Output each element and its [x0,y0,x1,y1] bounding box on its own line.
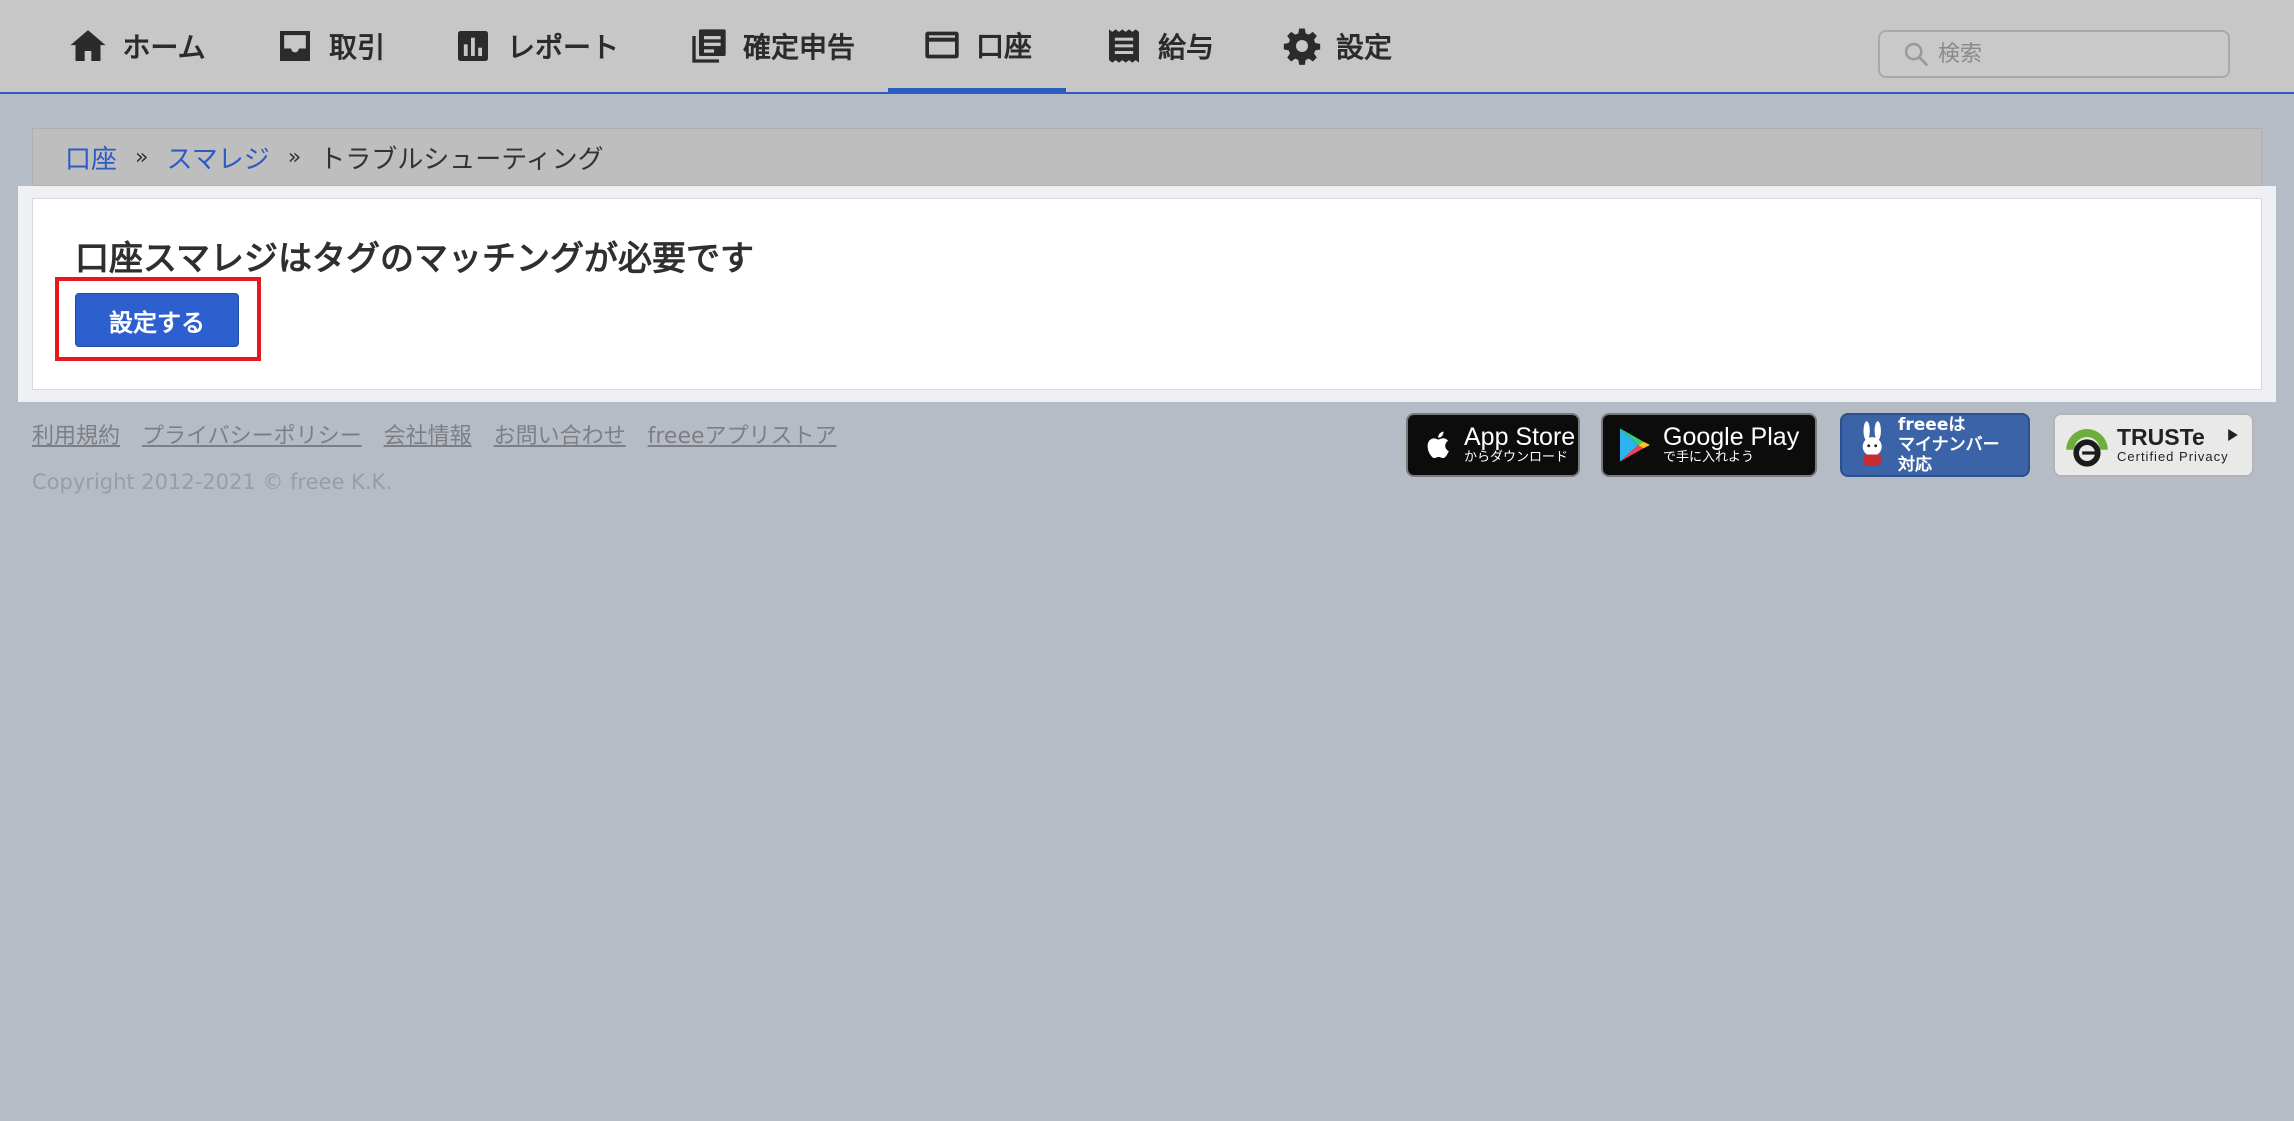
app-store-small-text: からダウンロード [1464,450,1569,465]
nav-item-label: 設定 [1335,31,1392,64]
truste-big-text: TRUSTe [2117,424,2205,450]
truste-small-text: Certified Privacy [2117,449,2229,464]
search-box[interactable] [1878,30,2230,78]
page-title: 口座スマレジはタグのマッチングが必要です [75,239,754,279]
breadcrumb: 口座 » スマレジ » トラブルシューティング [32,128,2262,186]
top-navigation: ホーム 取引 レポート 確定申告 口座 給与 設定 [0,0,2294,94]
nav-item-transactions[interactable]: 取引 [272,0,388,92]
copyright-text: Copyright 2012-2021 © freee K.K. [32,470,392,494]
home-icon [70,30,106,61]
app-store-big-text: App Store [1464,423,1576,451]
inbox-icon [279,31,310,61]
breadcrumb-separator: » [135,144,149,170]
truste-badge[interactable]: TRUSTe Certified Privacy [2053,413,2254,477]
footer-link-app-store[interactable]: freeeアプリストア [648,418,837,450]
google-play-small-text: で手に入れよう [1663,450,1755,465]
nav-item-label: 取引 [328,31,385,64]
nav-item-label: 給与 [1157,31,1214,64]
documents-icon [692,29,726,63]
bar-chart-icon [457,31,488,61]
google-play-big-text: Google Play [1663,423,1800,451]
search-icon [1904,42,1928,66]
footer-link-privacy[interactable]: プライバシーポリシー [142,418,362,450]
breadcrumb-current: トラブルシューティング [319,144,604,175]
google-play-icon [1620,428,1650,462]
nav-item-label: ホーム [122,31,206,64]
receipt-icon [1108,29,1139,63]
search-input[interactable] [1936,40,2220,68]
footer-link-terms[interactable]: 利用規約 [32,418,120,450]
app-store-badge[interactable]: App Store からダウンロード [1406,413,1580,477]
nav-item-settings[interactable]: 設定 [1280,0,1394,92]
breadcrumb-link-smaregi[interactable]: スマレジ [166,139,269,176]
nav-item-payroll[interactable]: 給与 [1102,0,1216,92]
rabbit-mascot-icon [1862,421,1882,466]
footer-link-company[interactable]: 会社情報 [384,418,472,450]
nav-item-label: レポート [506,31,619,64]
mynumber-line3: 対応 [1898,455,1932,475]
footer-link-contact[interactable]: お問い合わせ [494,418,626,450]
nav-item-home[interactable]: ホーム [64,0,210,92]
mynumber-line1: freeeは [1898,415,1966,435]
main-panel: 口座スマレジはタグのマッチングが必要です 設定する [32,198,2262,390]
nav-item-reports[interactable]: レポート [452,0,620,92]
gear-icon [1283,28,1321,65]
nav-item-accounts[interactable]: 口座 [888,0,1066,94]
truste-logo-icon [2066,429,2108,467]
google-play-badge[interactable]: Google Play で手に入れよう [1601,413,1817,477]
footer-links: 利用規約 プライバシーポリシー 会社情報 お問い合わせ freeeアプリストア [32,418,859,450]
breadcrumb-separator: » [287,144,302,170]
mynumber-line2: マイナンバー [1898,435,2000,455]
credit-card-icon [925,31,959,59]
apple-icon [1427,431,1449,459]
nav-item-tax-return[interactable]: 確定申告 [686,0,858,92]
setup-button[interactable]: 設定する [75,293,239,347]
nav-item-label: 確定申告 [742,31,855,64]
nav-item-label: 口座 [975,30,1032,63]
play-arrow-icon [2228,429,2238,441]
mynumber-badge[interactable]: freeeは マイナンバー 対応 [1840,413,2030,477]
breadcrumb-link-accounts[interactable]: 口座 [65,139,117,176]
